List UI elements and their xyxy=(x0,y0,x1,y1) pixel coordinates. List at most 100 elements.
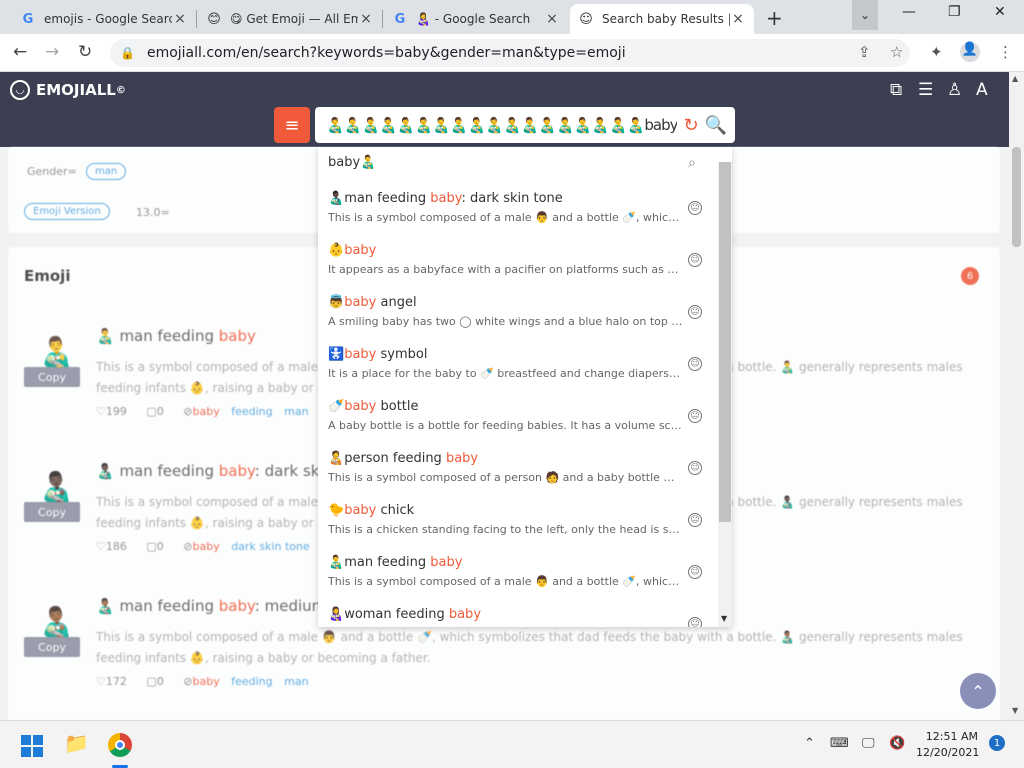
extensions-puzzle-icon[interactable]: ✦ xyxy=(930,43,943,61)
comments-count[interactable]: ▢0 xyxy=(146,540,163,553)
smiley-icon[interactable]: ☺ xyxy=(688,253,702,267)
likes-count[interactable]: ♡172 xyxy=(96,675,127,688)
network-icon[interactable]: 🖵 xyxy=(862,736,875,751)
back-to-top-button[interactable]: ⌃ xyxy=(960,673,996,709)
suggestion-title: 🍼baby bottle xyxy=(328,399,419,414)
suggestion-item[interactable]: 🚼baby symbol It is a place for the baby … xyxy=(328,343,718,395)
tab-google-search-emojis[interactable]: G emojis - Google Search × xyxy=(12,4,196,34)
scroll-up-arrow[interactable]: ▲ xyxy=(1012,74,1018,83)
close-tab-icon[interactable]: × xyxy=(172,11,188,27)
suggestion-item[interactable]: 👼baby angel A smiling baby has two ◯ whi… xyxy=(328,291,718,343)
page-scrollbar[interactable]: ▲ ▼ xyxy=(1009,72,1024,720)
suggestion-item[interactable]: 👶baby It appears as a babyface with a pa… xyxy=(328,239,718,291)
chrome-icon[interactable] xyxy=(108,733,132,757)
windows-start-icon[interactable] xyxy=(21,735,43,757)
tag-link[interactable]: man xyxy=(284,405,308,418)
tab-get-emoji[interactable]: 😊 😋 Get Emoji — All Em × xyxy=(198,4,382,34)
profile-avatar-icon[interactable]: 👤 xyxy=(960,42,980,62)
result-emoji[interactable]: 👨🏾‍🍼 xyxy=(38,605,75,640)
tag-link[interactable]: baby xyxy=(192,675,219,688)
gender-chip[interactable]: man xyxy=(86,163,127,180)
smiley-icon[interactable]: ☺ xyxy=(688,201,702,215)
google-icon: G xyxy=(22,11,34,27)
comments-count[interactable]: ▢0 xyxy=(146,405,163,418)
address-bar-row: ← → ↻ 🔒 emojiall.com/en/search?keywords=… xyxy=(0,34,1024,72)
minimize-button[interactable]: — xyxy=(902,4,916,20)
maximize-button[interactable]: ❐ xyxy=(948,4,961,20)
suggestion-item[interactable]: 👨🏿‍🍼man feeding baby: dark skin tone Thi… xyxy=(328,187,718,239)
tab-title: 😋 Get Emoji — All Em xyxy=(230,12,358,26)
search-input[interactable]: baby👨‍🍼👨‍🍼👨‍🍼👨‍🍼👨‍🍼👨‍🍼👨‍🍼👨‍🍼👨‍🍼👨‍🍼👨‍🍼👨‍🍼… xyxy=(323,116,677,134)
suggestion-title: 👶baby xyxy=(328,243,377,258)
tag-link[interactable]: feeding xyxy=(231,675,272,688)
result-description: This is a symbol composed of a male 👨 an… xyxy=(96,630,963,665)
copy-button[interactable]: Copy xyxy=(24,502,80,522)
suggestion-item[interactable]: 🍼baby bottle A baby bottle is a bottle f… xyxy=(328,395,718,447)
emoji-version-chip[interactable]: Emoji Version xyxy=(24,203,110,220)
user-icon[interactable]: ♙ xyxy=(947,80,962,100)
close-tab-icon[interactable]: × xyxy=(730,11,746,27)
scroll-down-arrow[interactable]: ▼ xyxy=(1012,706,1018,715)
suggestion-item[interactable]: 👩‍🍼woman feeding baby ☺ xyxy=(328,603,718,627)
bookmark-star-icon[interactable]: ☆ xyxy=(890,43,903,61)
smiley-icon[interactable]: ☺ xyxy=(688,409,702,423)
smiley-icon[interactable]: ☺ xyxy=(688,513,702,527)
tab-title: emojis - Google Search xyxy=(44,12,172,26)
close-tab-icon[interactable]: × xyxy=(544,11,560,27)
system-clock[interactable]: 12:51 AM 12/20/2021 xyxy=(916,729,979,761)
file-explorer-icon[interactable]: 📁 xyxy=(64,731,89,755)
result-title[interactable]: 👨‍🍼 man feeding baby xyxy=(96,327,256,345)
suggestion-item[interactable]: 🐤baby chick This is a chicken standing f… xyxy=(328,499,718,551)
search-box[interactable]: baby👨‍🍼👨‍🍼👨‍🍼👨‍🍼👨‍🍼👨‍🍼👨‍🍼👨‍🍼👨‍🍼👨‍🍼👨‍🍼👨‍🍼… xyxy=(315,107,735,143)
filter-settings-button[interactable]: ≡ xyxy=(274,107,310,143)
page-scroll-thumb[interactable] xyxy=(1012,147,1021,247)
smiley-icon[interactable]: ☺ xyxy=(688,357,702,371)
forward-arrow-icon[interactable]: → xyxy=(45,42,59,62)
scroll-down-arrow[interactable]: ▼ xyxy=(721,614,727,623)
close-tab-icon[interactable]: × xyxy=(358,11,374,27)
comments-count[interactable]: ▢0 xyxy=(146,675,163,688)
new-tab-button[interactable]: + xyxy=(766,6,783,30)
font-add-icon[interactable]: A xyxy=(976,80,988,100)
copy-button[interactable]: Copy xyxy=(24,637,80,657)
chevron-up-icon[interactable]: ⌃ xyxy=(804,736,815,751)
dropdown-scrollbar[interactable]: ▼ xyxy=(718,162,732,627)
likes-count[interactable]: ♡199 xyxy=(96,405,127,418)
search-icon[interactable]: 🔍 xyxy=(705,115,727,136)
suggestion-query[interactable]: baby👨‍🍼 xyxy=(328,155,376,170)
reload-icon[interactable]: ↻ xyxy=(78,42,92,62)
refresh-icon[interactable]: ↻ xyxy=(683,115,698,136)
smiley-icon[interactable]: ☺ xyxy=(688,461,702,475)
search-icon[interactable]: ⌕ xyxy=(688,155,696,171)
hamburger-menu-icon[interactable]: ☰ xyxy=(918,80,933,100)
suggestion-item[interactable]: 🧑‍🍼person feeding baby This is a symbol … xyxy=(328,447,718,499)
result-emoji[interactable]: 👨🏿‍🍼 xyxy=(38,470,75,505)
tab-search-chevron-icon[interactable]: ⌄ xyxy=(852,0,878,30)
back-arrow-icon[interactable]: ← xyxy=(13,42,27,62)
notification-badge[interactable]: 1 xyxy=(989,735,1005,751)
language-switch-icon[interactable]: ⧉ xyxy=(890,80,902,100)
smiley-icon[interactable]: ☺ xyxy=(688,305,702,319)
dropdown-scroll-thumb[interactable] xyxy=(719,162,731,522)
smiley-icon[interactable]: ☺ xyxy=(688,617,702,627)
tag-link[interactable]: baby xyxy=(192,540,219,553)
tag-link[interactable]: feeding xyxy=(231,405,272,418)
url-field[interactable]: 🔒 emojiall.com/en/search?keywords=baby&g… xyxy=(110,39,910,67)
volume-muted-icon[interactable]: 🔇 xyxy=(889,736,905,751)
tag-link[interactable]: man xyxy=(284,675,308,688)
site-logo[interactable]: ◡ EMOJIALL © xyxy=(10,80,126,100)
tab-google-search-emoji[interactable]: G 👩‍🍼 - Google Search × xyxy=(384,4,568,34)
close-window-button[interactable]: ✕ xyxy=(994,4,1006,20)
result-title[interactable]: 👨🏾‍🍼 man feeding baby: medium xyxy=(96,597,326,615)
share-icon[interactable]: ⇪ xyxy=(858,43,871,61)
smiley-icon[interactable]: ☺ xyxy=(688,565,702,579)
tag-link[interactable]: dark skin tone xyxy=(231,540,310,553)
keyboard-icon[interactable]: ⌨ xyxy=(830,736,849,751)
copy-button[interactable]: Copy xyxy=(24,367,80,387)
tab-search-baby-results[interactable]: ☺ Search baby Results | E × xyxy=(570,4,754,34)
chrome-menu-icon[interactable]: ⋮ xyxy=(998,43,1013,61)
result-emoji[interactable]: 👨‍🍼 xyxy=(38,335,75,370)
likes-count[interactable]: ♡186 xyxy=(96,540,127,553)
tag-link[interactable]: baby xyxy=(192,405,219,418)
suggestion-item[interactable]: 👨‍🍼man feeding baby This is a symbol com… xyxy=(328,551,718,603)
